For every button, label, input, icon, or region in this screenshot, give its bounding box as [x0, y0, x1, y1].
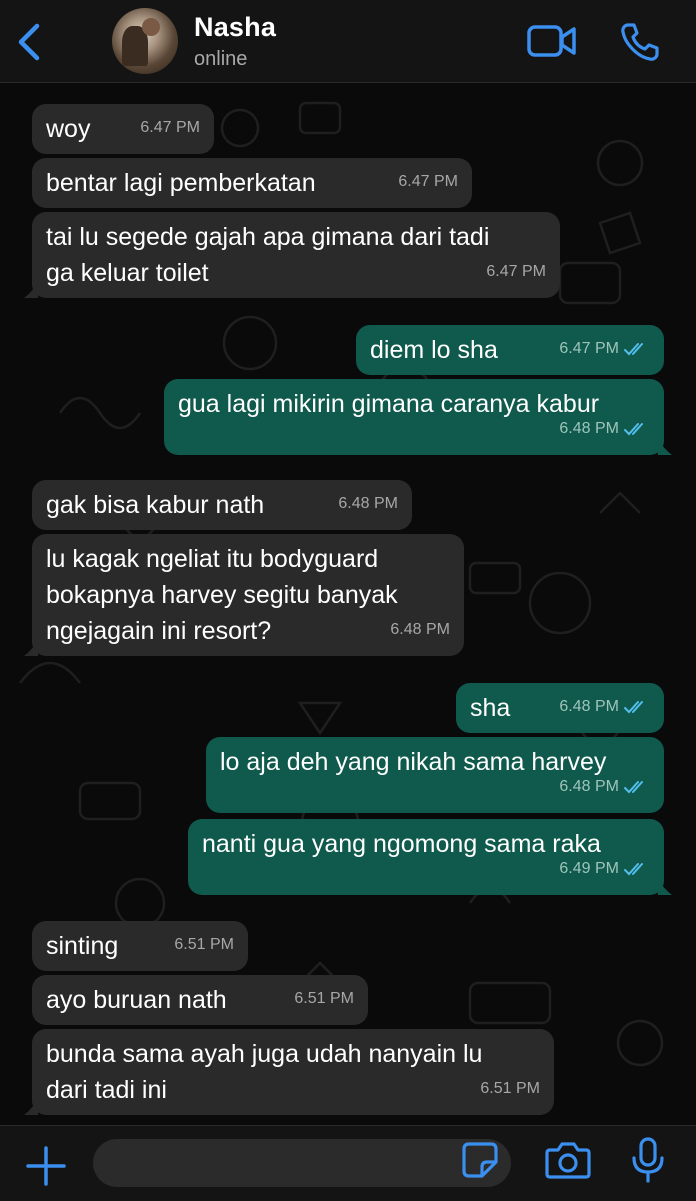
camera-icon [545, 1142, 591, 1179]
message-outgoing[interactable]: lo aja deh yang nikah sama harvey 6.48 P… [206, 737, 664, 813]
back-button[interactable] [10, 20, 50, 64]
voice-call-button[interactable] [618, 20, 662, 64]
bubble-tail [658, 879, 672, 895]
message-outgoing[interactable]: nanti gua yang ngomong sama raka 6.49 PM [188, 819, 672, 895]
message-incoming[interactable]: ayo buruan nath 6.51 PM [32, 975, 368, 1025]
read-ticks-icon [624, 343, 643, 356]
message-text: bentar lagi pemberkatan [46, 169, 316, 197]
attach-button[interactable] [24, 1144, 68, 1188]
message-incoming[interactable]: tai lu segede gajah apa gimana dari tadi… [24, 212, 560, 298]
chevron-left-icon [18, 23, 40, 61]
video-call-button[interactable] [526, 22, 578, 60]
message-incoming[interactable]: sinting 6.51 PM [32, 921, 248, 971]
contact-name[interactable]: Nasha [194, 12, 276, 43]
message-list[interactable]: woy 6.47 PM bentar lagi pemberkatan 6.47… [0, 83, 696, 1125]
message-time: 6.48 PM [559, 420, 619, 437]
message-time: 6.47 PM [140, 119, 200, 136]
message-time: 6.51 PM [294, 990, 354, 1007]
microphone-icon [632, 1137, 664, 1183]
message-time: 6.49 PM [559, 860, 619, 877]
message-incoming[interactable]: gak bisa kabur nath 6.48 PM [32, 480, 412, 530]
chat-header: Nasha online [0, 0, 696, 83]
sticker-icon [462, 1142, 498, 1178]
message-incoming[interactable]: bunda sama ayah juga udah nanyain lu dar… [24, 1029, 554, 1115]
message-text: lu kagak ngeliat itu bodyguard bokapnya … [46, 545, 398, 645]
message-time: 6.47 PM [398, 173, 458, 190]
message-incoming[interactable]: woy 6.47 PM [32, 104, 214, 154]
message-time: 6.47 PM [559, 340, 619, 357]
video-camera-icon [527, 25, 576, 57]
message-time: 6.48 PM [559, 698, 619, 715]
read-ticks-icon [624, 423, 643, 436]
message-outgoing[interactable]: diem lo sha 6.47 PM [356, 325, 664, 375]
message-time: 6.48 PM [390, 621, 450, 638]
phone-icon [621, 23, 659, 61]
read-ticks-icon [624, 781, 643, 794]
message-text: tai lu segede gajah apa gimana dari tadi… [46, 223, 490, 287]
message-time: 6.48 PM [338, 495, 398, 512]
message-outgoing[interactable]: gua lagi mikirin gimana caranya kabur 6.… [164, 379, 672, 455]
message-incoming[interactable]: bentar lagi pemberkatan 6.47 PM [32, 158, 472, 208]
message-incoming[interactable]: lu kagak ngeliat itu bodyguard bokapnya … [24, 534, 464, 656]
message-time: 6.51 PM [480, 1080, 540, 1097]
message-time: 6.47 PM [486, 263, 546, 280]
message-input-wrapper[interactable] [93, 1139, 511, 1187]
read-ticks-icon [624, 701, 643, 714]
sticker-button[interactable] [460, 1140, 500, 1180]
message-input[interactable] [111, 1147, 455, 1181]
bubble-tail [24, 1099, 38, 1115]
message-outgoing[interactable]: sha 6.48 PM [456, 683, 664, 733]
read-ticks-icon [624, 863, 643, 876]
contact-status: online [194, 48, 248, 70]
contact-avatar[interactable] [112, 8, 178, 74]
message-time: 6.51 PM [174, 936, 234, 953]
bubble-tail [24, 640, 38, 656]
camera-button[interactable] [544, 1138, 592, 1182]
bubble-tail [658, 439, 672, 455]
message-time: 6.48 PM [559, 778, 619, 795]
message-text: bunda sama ayah juga udah nanyain lu dar… [46, 1040, 483, 1104]
bubble-tail [24, 282, 38, 298]
microphone-button[interactable] [630, 1136, 666, 1184]
plus-icon [26, 1146, 66, 1186]
